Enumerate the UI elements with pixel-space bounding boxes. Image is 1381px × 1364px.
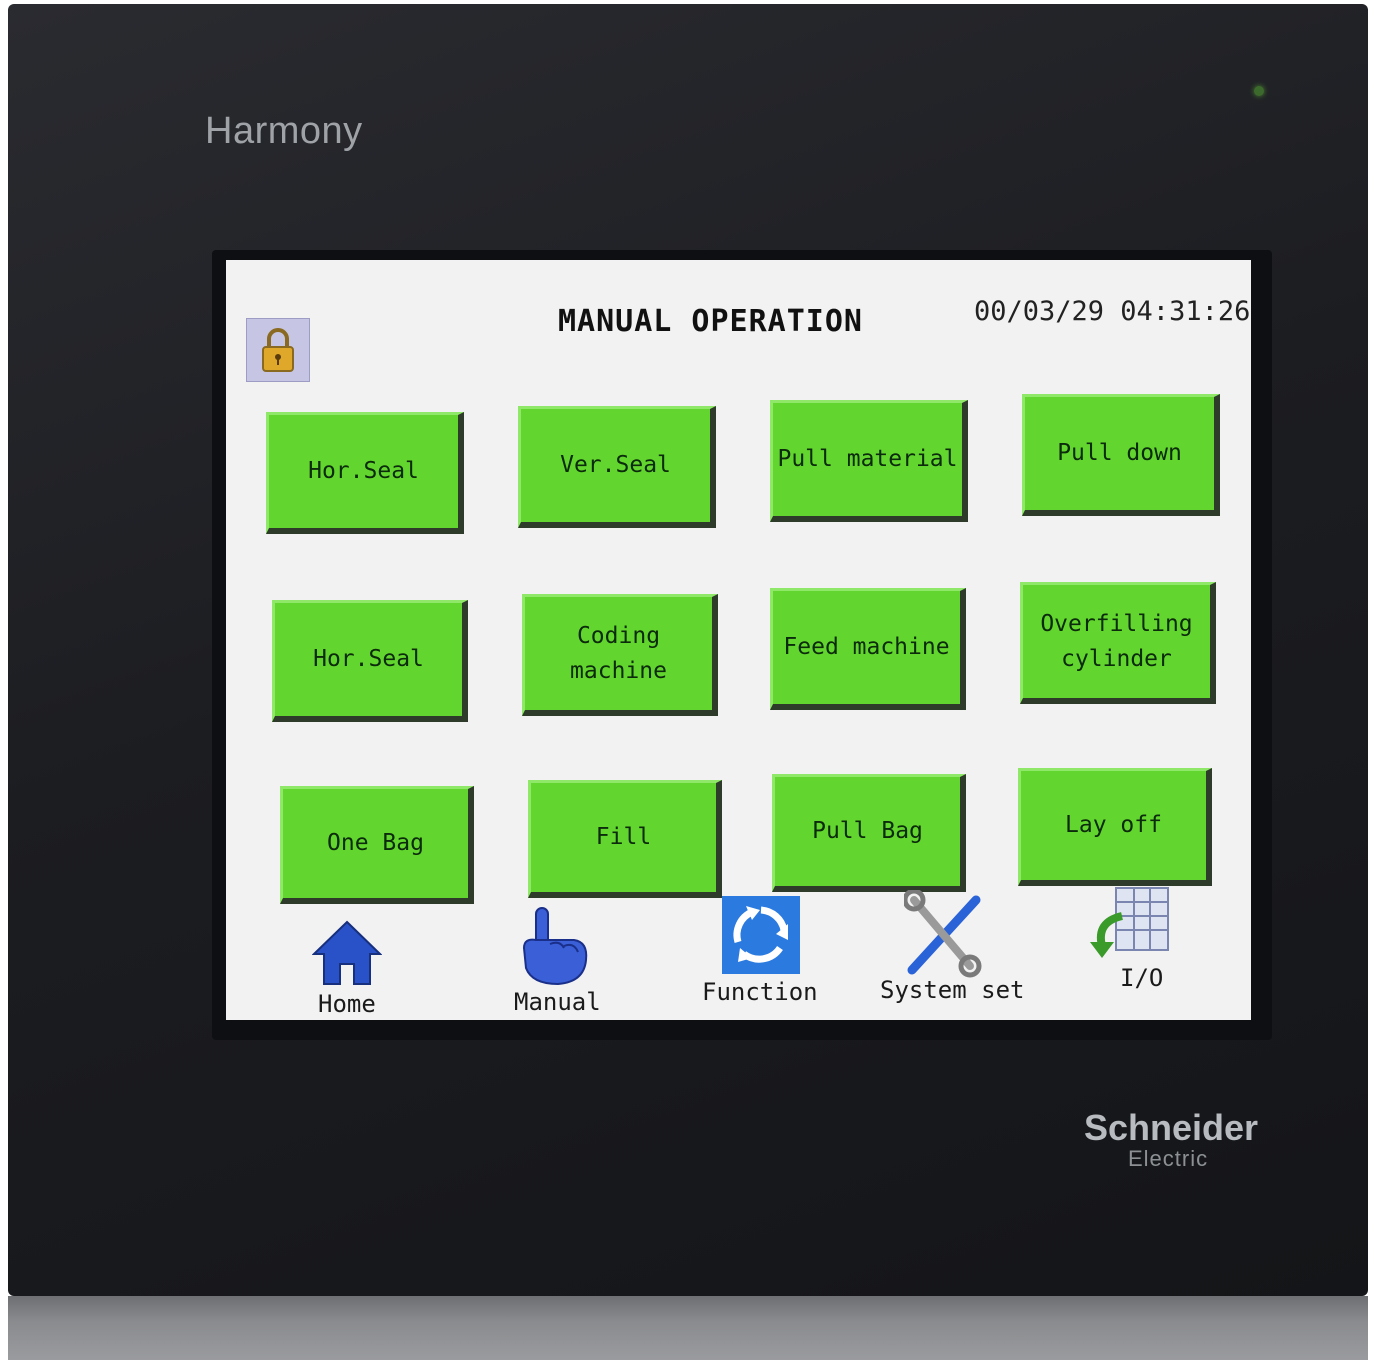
fill-button[interactable]: Fill (528, 780, 722, 898)
nav-io-label: I/O (1120, 964, 1164, 992)
pull-down-button[interactable]: Pull down (1022, 394, 1220, 516)
feed-machine-button[interactable]: Feed machine (770, 588, 966, 710)
nav-io[interactable]: I/O (1082, 882, 1182, 998)
overfilling-cylinder-button[interactable]: Overfilling cylinder (1020, 582, 1216, 704)
hmi-screen: MANUAL OPERATION 00/03/29 04:31:26 Hor.S… (226, 260, 1251, 1020)
io-table-arrow-icon (1090, 887, 1169, 958)
padlock-icon (262, 328, 294, 372)
schneider-logo-sub: Electric (1128, 1146, 1209, 1171)
hor-seal-button-2[interactable]: Hor.Seal (272, 600, 468, 722)
nav-system-set-label: System set (880, 976, 1025, 1004)
hor-seal-button[interactable]: Hor.Seal (266, 412, 464, 534)
bezel-bottom-edge (8, 1296, 1368, 1360)
schneider-logo: Schneider (1084, 1107, 1259, 1148)
harmony-brand: Harmony (205, 110, 363, 152)
nav-manual[interactable]: Manual (508, 904, 618, 1016)
nav-system-set[interactable]: System set (878, 890, 1028, 1006)
datetime-display: 00/03/29 04:31:26 (974, 296, 1251, 327)
nav-manual-label: Manual (514, 988, 601, 1016)
recycle-arrows-icon (722, 896, 800, 974)
status-led (1254, 86, 1264, 96)
one-bag-button[interactable]: One Bag (280, 786, 474, 904)
nav-function[interactable]: Function (700, 896, 824, 1010)
ver-seal-button[interactable]: Ver.Seal (518, 406, 716, 528)
nav-function-label: Function (702, 978, 818, 1006)
nav-home[interactable]: Home (306, 914, 396, 1020)
tools-icon (904, 890, 982, 978)
lay-off-button[interactable]: Lay off (1018, 768, 1212, 886)
hand-pointer-icon (522, 907, 588, 986)
page-title: MANUAL OPERATION (558, 304, 863, 339)
pull-bag-button[interactable]: Pull Bag (772, 774, 966, 892)
nav-home-label: Home (318, 990, 376, 1018)
coding-machine-button[interactable]: Coding machine (522, 594, 718, 716)
home-icon (312, 920, 382, 985)
pull-material-button[interactable]: Pull material (770, 400, 968, 522)
lock-button[interactable] (246, 318, 310, 382)
